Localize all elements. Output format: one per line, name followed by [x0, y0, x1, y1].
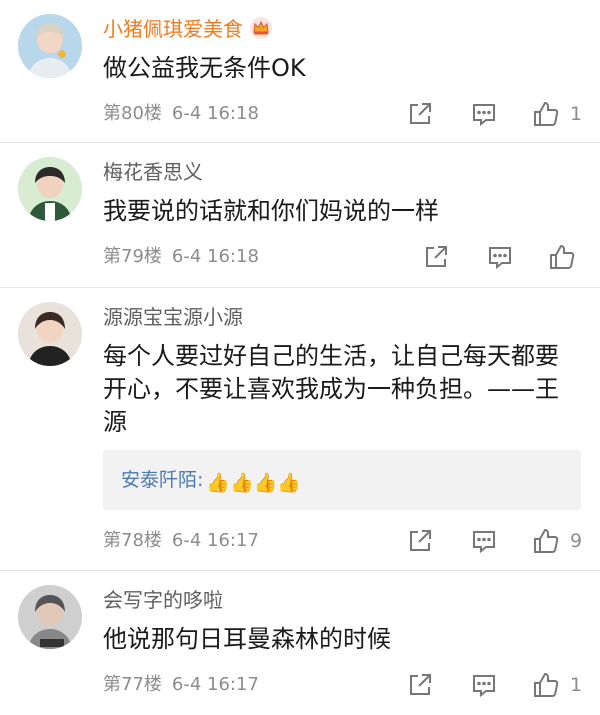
- avatar[interactable]: [18, 585, 82, 649]
- username[interactable]: 小猪佩琪爱美食: [103, 16, 273, 42]
- avatar[interactable]: [18, 157, 82, 221]
- comment-item: 源源宝宝源小源 每个人要过好自己的生活，让自己每天都要 开心，不要让喜欢我成为一…: [0, 288, 600, 571]
- comment-meta: 第78楼 6-4 16:17: [103, 529, 259, 553]
- floor-number: 第77楼: [103, 674, 162, 695]
- like-count: 1: [570, 103, 583, 125]
- like-icon: [534, 528, 559, 553]
- comment-item: 会写字的哆啦 他说那句日耳曼森林的时候 第77楼 6-4 16:17 1: [0, 571, 600, 715]
- comment-meta: 第79楼 6-4 16:18: [103, 245, 259, 269]
- timestamp: 6-4 16:17: [171, 530, 259, 551]
- comment-text: 做公益我无条件OK: [103, 54, 306, 82]
- comment-text-line: 开心，不要让喜欢我成为一种负担。——王: [103, 375, 559, 403]
- username[interactable]: 梅花香思义: [103, 159, 203, 185]
- timestamp: 6-4 16:18: [171, 246, 259, 267]
- vip-crown-icon: [249, 16, 273, 40]
- timestamp: 6-4 16:18: [171, 103, 259, 124]
- like-icon: [534, 672, 559, 697]
- like-button[interactable]: [532, 100, 560, 128]
- comment-text-line: 源: [103, 408, 127, 436]
- like-count: 1: [570, 674, 583, 696]
- like-button[interactable]: [532, 527, 560, 555]
- comment-item: 小猪佩琪爱美食 做公益我无条件OK 第80楼 6-4 16:18 1: [0, 0, 600, 143]
- avatar[interactable]: [18, 14, 82, 78]
- comment-icon: [473, 531, 495, 554]
- comment-text: 每个人要过好自己的生活，让自己每天都要 开心，不要让喜欢我成为一种负担。——王 …: [103, 340, 582, 439]
- comment-text-line: 每个人要过好自己的生活，让自己每天都要: [103, 342, 559, 370]
- floor-number: 第78楼: [103, 530, 162, 551]
- share-button[interactable]: [406, 671, 434, 699]
- comment-button[interactable]: [470, 671, 498, 699]
- like-button[interactable]: [548, 243, 576, 271]
- comment-meta: 第80楼 6-4 16:18: [103, 102, 259, 126]
- share-button[interactable]: [406, 100, 434, 128]
- floor-number: 第79楼: [103, 246, 162, 267]
- comment-button[interactable]: [470, 100, 498, 128]
- comment-item: 梅花香思义 我要说的话就和你们妈说的一样 第79楼 6-4 16:18: [0, 143, 600, 288]
- comment-button[interactable]: [486, 243, 514, 271]
- avatar[interactable]: [18, 302, 82, 366]
- reply-separator: :: [197, 469, 204, 491]
- share-button[interactable]: [406, 527, 434, 555]
- comment-text: 我要说的话就和你们妈说的一样: [103, 197, 439, 225]
- comment-icon: [489, 247, 511, 270]
- like-button[interactable]: [532, 671, 560, 699]
- comment-icon: [473, 104, 495, 127]
- like-count: 9: [570, 530, 583, 552]
- reply-username[interactable]: 安泰阡陌: [121, 469, 197, 491]
- thumbs-up-emoji-icon: 👍👍👍👍: [206, 472, 302, 494]
- username[interactable]: 源源宝宝源小源: [103, 304, 243, 330]
- like-icon: [550, 244, 575, 269]
- comment-button[interactable]: [470, 527, 498, 555]
- comment-icon: [473, 675, 495, 698]
- floor-number: 第80楼: [103, 103, 162, 124]
- comment-text: 他说那句日耳曼森林的时候: [103, 625, 391, 653]
- like-icon: [534, 101, 559, 126]
- timestamp: 6-4 16:17: [171, 674, 259, 695]
- reply-box[interactable]: 安泰阡陌: 👍👍👍👍: [103, 450, 581, 510]
- share-button[interactable]: [422, 243, 450, 271]
- comment-meta: 第77楼 6-4 16:17: [103, 673, 259, 697]
- username[interactable]: 会写字的哆啦: [103, 587, 223, 613]
